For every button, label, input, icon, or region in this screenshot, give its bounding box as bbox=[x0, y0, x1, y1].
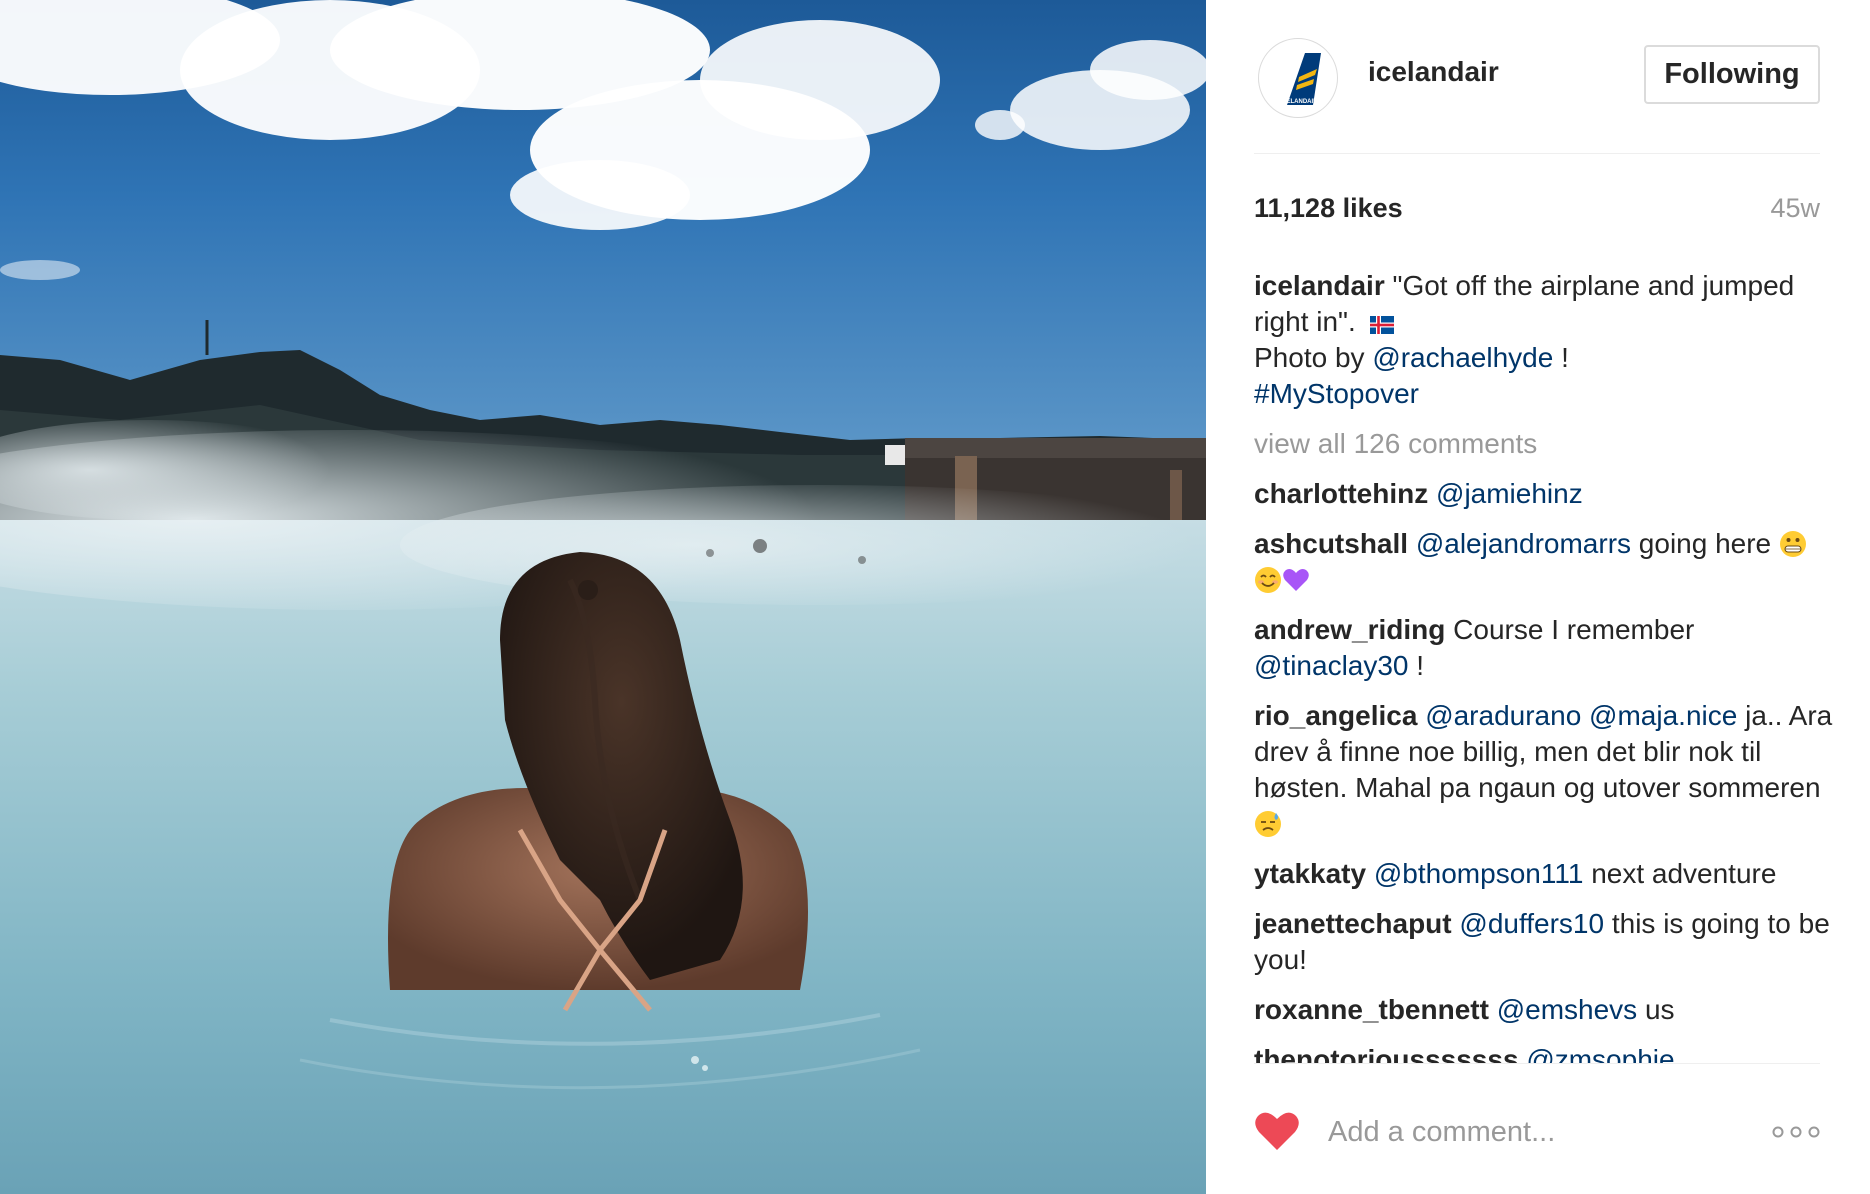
comment: rio_angelica @aradurano @maja.nice ja.. … bbox=[1254, 698, 1834, 842]
comment-username[interactable]: andrew_riding bbox=[1254, 614, 1445, 645]
comment: roxanne_tbennett @emshevs us bbox=[1254, 992, 1834, 1028]
heart-icon[interactable] bbox=[1254, 1110, 1300, 1152]
comment-suffix: ! bbox=[1416, 650, 1425, 681]
icelandair-tail-logo-icon: ICELANDAIR bbox=[1281, 53, 1321, 105]
sweat-face-icon bbox=[1255, 811, 1281, 837]
mention-link[interactable]: @maja.nice bbox=[1589, 700, 1737, 731]
comment-text: Course I remember bbox=[1453, 614, 1695, 645]
comment: thenotoriousssssss @zmsophie bbox=[1254, 1042, 1834, 1063]
account-username[interactable]: icelandair bbox=[1368, 56, 1499, 88]
comment-bar bbox=[1254, 1063, 1820, 1173]
caption-credit-prefix: Photo by bbox=[1254, 342, 1365, 373]
comment: charlottehinz @jamiehinz bbox=[1254, 476, 1834, 512]
comment-text: next adventure bbox=[1591, 858, 1777, 889]
comment-username[interactable]: roxanne_tbennett bbox=[1254, 994, 1489, 1025]
post-header: ICELANDAIR icelandair Following bbox=[1254, 34, 1820, 154]
view-all-comments-link[interactable]: view all 126 comments bbox=[1254, 426, 1834, 462]
likes-row: 11,128 likes 45w bbox=[1254, 193, 1820, 229]
hashtag-link[interactable]: #MyStopover bbox=[1254, 378, 1419, 409]
mention-link[interactable]: @rachaelhyde bbox=[1372, 342, 1553, 373]
mention-link[interactable]: @bthompson111 bbox=[1374, 858, 1584, 889]
mention-link[interactable]: @alejandromarrs bbox=[1416, 528, 1631, 559]
mention-link[interactable]: @zmsophie bbox=[1526, 1044, 1674, 1063]
mention-link[interactable]: @aradurano bbox=[1425, 700, 1581, 731]
comment: ashcutshall @alejandromarrs going here bbox=[1254, 526, 1834, 598]
post-photo[interactable] bbox=[0, 0, 1206, 1194]
likes-count[interactable]: 11,128 likes bbox=[1254, 193, 1403, 224]
post-age[interactable]: 45w bbox=[1770, 193, 1820, 224]
purple-heart-icon bbox=[1283, 569, 1309, 591]
comments-list[interactable]: icelandair "Got off the airplane and jum… bbox=[1254, 268, 1834, 1063]
caption-credit-suffix: ! bbox=[1561, 342, 1569, 373]
following-button[interactable]: Following bbox=[1644, 45, 1820, 104]
blue-lagoon-photo bbox=[0, 0, 1206, 1194]
comment-username[interactable]: rio_angelica bbox=[1254, 700, 1417, 731]
svg-text:ICELANDAIR: ICELANDAIR bbox=[1281, 99, 1319, 105]
mention-link[interactable]: @tinaclay30 bbox=[1254, 650, 1409, 681]
caption: icelandair "Got off the airplane and jum… bbox=[1254, 268, 1834, 412]
comment-username[interactable]: ashcutshall bbox=[1254, 528, 1408, 559]
iceland-flag-icon bbox=[1369, 316, 1394, 334]
mention-link[interactable]: @jamiehinz bbox=[1436, 478, 1583, 509]
mention-link[interactable]: @emshevs bbox=[1497, 994, 1637, 1025]
comment-username[interactable]: charlottehinz bbox=[1254, 478, 1428, 509]
comment: jeanettechaput @duffers10 this is going … bbox=[1254, 906, 1834, 978]
comment: ytakkaty @bthompson111 next adventure bbox=[1254, 856, 1834, 892]
comment-text: us bbox=[1644, 994, 1675, 1025]
post-details-panel: ICELANDAIR icelandair Following 11,128 l… bbox=[1206, 0, 1870, 1194]
comment-text: going here bbox=[1638, 528, 1772, 559]
add-comment-input[interactable] bbox=[1328, 1112, 1748, 1152]
more-options-icon[interactable] bbox=[1772, 1120, 1820, 1144]
avatar[interactable]: ICELANDAIR bbox=[1258, 38, 1338, 118]
comment-username[interactable]: jeanettechaput bbox=[1254, 908, 1452, 939]
comment-username[interactable]: thenotoriousssssss bbox=[1254, 1044, 1519, 1063]
grimacing-face-icon bbox=[1779, 531, 1806, 557]
mention-link[interactable]: @duffers10 bbox=[1459, 908, 1604, 939]
comment: andrew_riding Course I remember @tinacla… bbox=[1254, 612, 1834, 684]
caption-username[interactable]: icelandair bbox=[1254, 270, 1385, 301]
comment-username[interactable]: ytakkaty bbox=[1254, 858, 1366, 889]
smiling-face-icon bbox=[1255, 567, 1281, 593]
